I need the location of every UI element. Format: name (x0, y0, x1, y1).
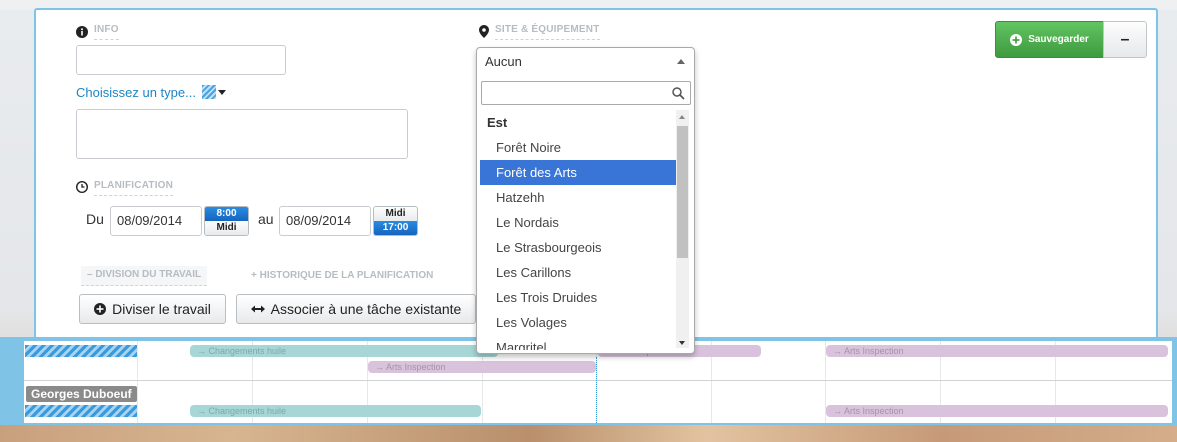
timeline-task-bar[interactable]: → Arts Inspection (826, 405, 1168, 417)
save-label: Sauvegarder (1028, 34, 1089, 45)
site-option[interactable]: Les Trois Druides (480, 285, 676, 310)
scroll-down-icon[interactable] (679, 341, 685, 345)
timeline-task-bar[interactable]: → Changements huile (190, 405, 481, 417)
tab-historique-planification[interactable]: + Historique de la planification (251, 270, 433, 281)
site-option[interactable]: Margritel (480, 335, 676, 350)
site-dropdown[interactable]: Aucun Est Forêt Noire Forêt des Arts Hat… (476, 47, 695, 354)
caret-up-icon (677, 59, 685, 64)
associate-task-button[interactable]: Associer à une tâche existante (236, 294, 476, 324)
info-section-title: Info (94, 24, 119, 40)
search-icon (672, 87, 685, 100)
split-work-label: Diviser le travail (112, 301, 211, 317)
info-title-input[interactable] (76, 45, 286, 75)
type-selector-label: Choisissez un type... (76, 85, 196, 100)
site-option[interactable]: Forêt Noire (480, 135, 676, 160)
to-time-toggle[interactable]: Midi 17:00 (373, 206, 418, 236)
site-option[interactable]: Les Carillons (480, 260, 676, 285)
site-option-selected[interactable]: Forêt des Arts (480, 160, 676, 185)
page-background-bottom (0, 425, 1177, 442)
row-divider (24, 380, 1172, 381)
collapse-button[interactable]: – (1103, 21, 1147, 58)
from-date-input[interactable]: 08/09/2014 (110, 206, 202, 236)
planification-section-title: Planification (94, 180, 174, 196)
type-selector[interactable]: Choisissez un type... (76, 85, 226, 100)
save-button[interactable]: Sauvegarder (995, 21, 1104, 58)
timeline-task-bar[interactable]: → Arts Inspection (368, 361, 596, 373)
site-option[interactable]: Le Nordais (480, 210, 676, 235)
site-search-input[interactable] (481, 81, 691, 105)
info-description-textarea[interactable] (76, 109, 408, 159)
timeline-task-bar[interactable]: → Arts Inspection (826, 345, 1168, 357)
from-time-option-0[interactable]: 8:00 (205, 207, 248, 221)
horizontal-arrows-icon (250, 305, 265, 313)
site-options-list: Est Forêt Noire Forêt des Arts Hatzehh L… (480, 110, 676, 350)
plus-circle-icon (1010, 33, 1023, 46)
resource-name-badge: Georges Duboeuf (26, 386, 137, 402)
site-dropdown-selected[interactable]: Aucun (477, 48, 694, 76)
clock-icon (76, 181, 88, 193)
type-color-swatch (201, 85, 216, 99)
associate-task-label: Associer à une tâche existante (270, 301, 462, 317)
scroll-up-icon[interactable] (679, 115, 685, 119)
unavailable-block (25, 405, 137, 417)
site-section-title: Site & équipement (495, 24, 600, 40)
to-time-option-0[interactable]: Midi (374, 207, 417, 221)
caret-down-icon (217, 90, 226, 95)
dropdown-scrollbar[interactable] (676, 110, 689, 348)
location-pin-icon (479, 25, 489, 38)
from-label: Du (86, 211, 104, 227)
site-option[interactable]: Les Volages (480, 310, 676, 335)
split-work-button[interactable]: Diviser le travail (79, 294, 226, 324)
plus-circle-icon (94, 303, 107, 315)
to-label: au (258, 211, 274, 227)
current-time-marker (596, 357, 597, 423)
unavailable-block (25, 345, 137, 357)
timeline-task-bar[interactable]: → Changements huile (190, 345, 498, 357)
grid-line (137, 341, 138, 423)
from-time-toggle[interactable]: 8:00 Midi (204, 206, 249, 236)
to-date-input[interactable]: 08/09/2014 (279, 206, 371, 236)
site-option[interactable]: Le Strasbourgeois (480, 235, 676, 260)
minus-icon: – (1120, 30, 1130, 48)
info-icon (76, 26, 88, 38)
scrollbar-thumb[interactable] (677, 126, 688, 258)
tab-division-du-travail[interactable]: – Division du travail (81, 266, 208, 286)
option-group-label: Est (487, 115, 508, 130)
to-time-option-1[interactable]: 17:00 (374, 221, 417, 235)
from-time-option-1[interactable]: Midi (205, 221, 248, 235)
site-option[interactable]: Hatzehh (480, 185, 676, 210)
